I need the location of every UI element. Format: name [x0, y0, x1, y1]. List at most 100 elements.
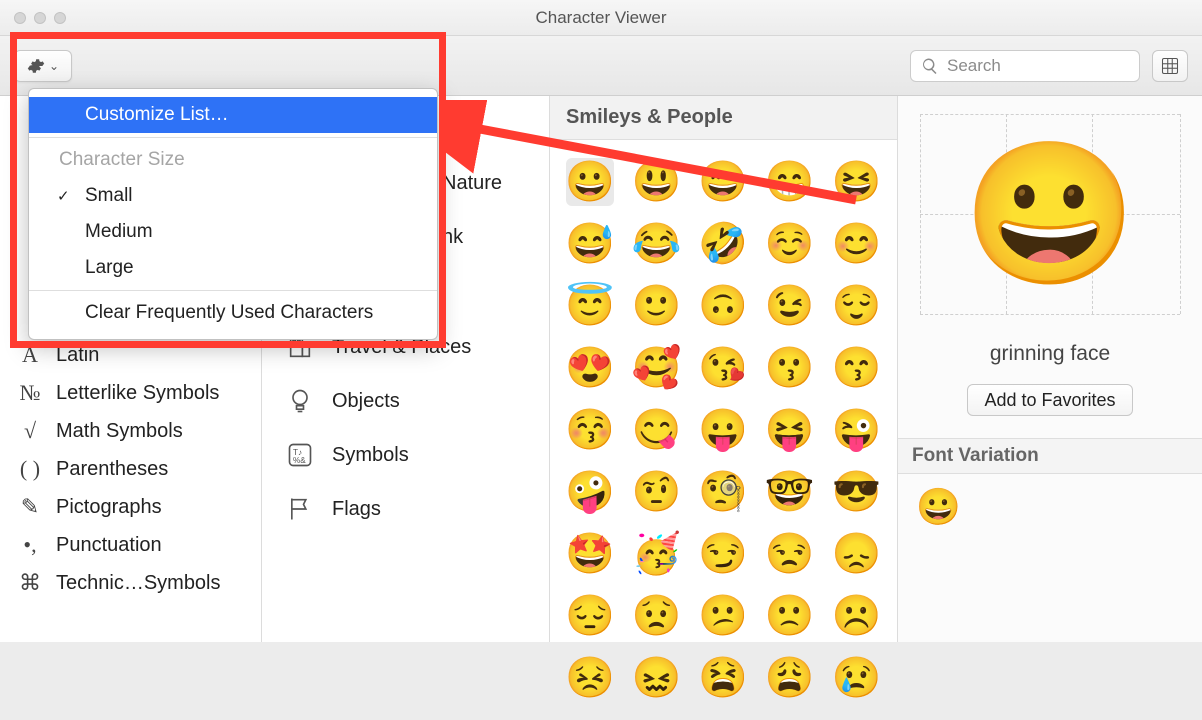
font-variation-row: 😀 [898, 474, 1202, 540]
window-title: Character Viewer [0, 8, 1202, 28]
emoji-cell[interactable]: 😣 [566, 654, 614, 702]
menu-heading-label: Character Size [59, 149, 185, 171]
preview-emoji: 😀 [963, 144, 1137, 284]
menu-clear-frequent[interactable]: Clear Frequently Used Characters [29, 295, 437, 331]
sidebar-item-label: Technic…Symbols [56, 572, 221, 595]
menu-item-label: Large [85, 257, 134, 279]
emoji-cell[interactable]: 🙂 [633, 282, 681, 330]
emoji-cell[interactable]: 🙃 [699, 282, 747, 330]
menu-customize-list[interactable]: Customize List… [29, 97, 437, 133]
emoji-grid: 😀 😃 😄 😁 😆 😅 😂 🤣 ☺️ 😊 😇 🙂 🙃 😉 😌 😍 🥰 😘 😗 😙 😚 😋 😛 😝 😜 🤪 🤨 🧐 🤓 😎 🤩 🥳 😏 😒 😞 😔 😟 😕 🙁… [550, 140, 897, 720]
emoji-cell[interactable]: 😏 [699, 530, 747, 578]
emoji-cell[interactable]: ☹️ [832, 592, 880, 640]
symbols-icon: T♪%& [286, 441, 314, 469]
emoji-cell[interactable]: 🤨 [633, 468, 681, 516]
command-icon: ⌘ [18, 570, 42, 596]
menu-item-label: Small [85, 185, 133, 207]
emoji-cell[interactable]: 😁 [766, 158, 814, 206]
emoji-cell[interactable]: 😖 [633, 654, 681, 702]
add-to-favorites-button[interactable]: Add to Favorites [967, 384, 1132, 416]
grid-icon [1161, 57, 1179, 75]
menu-size-small[interactable]: ✓ Small [29, 178, 437, 214]
parens-icon: ( ) [18, 456, 42, 482]
emoji-cell[interactable]: 😋 [633, 406, 681, 454]
emoji-cell[interactable]: 😂 [633, 220, 681, 268]
font-variation-title: Font Variation [898, 438, 1202, 474]
sidebar-item-label: Parentheses [56, 458, 168, 481]
emoji-cell[interactable]: 🤓 [766, 468, 814, 516]
sidebar-item-latin[interactable]: A Latin [0, 336, 261, 374]
emoji-cell[interactable]: 😘 [699, 344, 747, 392]
emoji-cell[interactable]: 😝 [766, 406, 814, 454]
emoji-cell[interactable]: 😜 [832, 406, 880, 454]
search-input[interactable]: Search [910, 50, 1140, 82]
numero-icon: № [18, 380, 42, 406]
flag-icon [286, 495, 314, 523]
menu-item-label: Clear Frequently Used Characters [85, 302, 373, 324]
grid-toggle-button[interactable] [1152, 50, 1188, 82]
preview: 😀 grinning face Add to Favorites Font Va… [898, 96, 1202, 540]
emoji-cell[interactable]: 😩 [766, 654, 814, 702]
toolbar: ⌄ Search [0, 36, 1202, 96]
emoji-cell[interactable]: 🧐 [699, 468, 747, 516]
sidebar-item-math[interactable]: √ Math Symbols [0, 412, 261, 450]
sidebar-item-label: Latin [56, 344, 99, 367]
sidebar-item-technical[interactable]: ⌘ Technic…Symbols [0, 564, 261, 602]
emoji-cell[interactable]: 😉 [766, 282, 814, 330]
sidebar-item-pictographs[interactable]: ✎ Pictographs [0, 488, 261, 526]
chevron-down-icon: ⌄ [49, 59, 59, 73]
emoji-cell[interactable]: 😇 [566, 282, 614, 330]
emoji-cell[interactable]: 😆 [832, 158, 880, 206]
emoji-cell[interactable]: 😄 [699, 158, 747, 206]
menu-size-medium[interactable]: Medium [29, 214, 437, 250]
emoji-cell[interactable]: 😎 [832, 468, 880, 516]
emoji-cell[interactable]: 😫 [699, 654, 747, 702]
letter-a-icon: A [18, 342, 42, 368]
sidebar-item-parentheses[interactable]: ( ) Parentheses [0, 450, 261, 488]
menu-size-large[interactable]: Large [29, 250, 437, 286]
section-title: Smileys & People [566, 106, 733, 129]
category-item-objects[interactable]: Objects [262, 374, 549, 428]
emoji-cell[interactable]: 🙁 [766, 592, 814, 640]
category-label: Symbols [332, 444, 409, 467]
emoji-cell[interactable]: 😞 [832, 530, 880, 578]
sidebar-item-letterlike[interactable]: № Letterlike Symbols [0, 374, 261, 412]
category-item-flags[interactable]: Flags [262, 482, 549, 536]
settings-menu-button[interactable]: ⌄ [14, 50, 72, 82]
emoji-cell[interactable]: 😚 [566, 406, 614, 454]
emoji-cell[interactable]: 😙 [832, 344, 880, 392]
emoji-cell[interactable]: 😊 [832, 220, 880, 268]
font-variation-emoji[interactable]: 😀 [916, 486, 961, 527]
emoji-cell[interactable]: 😃 [633, 158, 681, 206]
emoji-cell[interactable]: 😗 [766, 344, 814, 392]
emoji-cell[interactable]: 😌 [832, 282, 880, 330]
titlebar: Character Viewer [0, 0, 1202, 36]
sidebar-item-label: Math Symbols [56, 420, 183, 443]
emoji-cell[interactable]: 🤩 [566, 530, 614, 578]
search-placeholder: Search [947, 56, 1001, 76]
category-label: Nature [442, 172, 502, 195]
emoji-cell[interactable]: 😢 [832, 654, 880, 702]
gear-icon [27, 57, 45, 75]
emoji-cell[interactable]: 😛 [699, 406, 747, 454]
emoji-cell[interactable]: 😀 [566, 158, 614, 206]
emoji-cell[interactable]: 🥰 [633, 344, 681, 392]
category-label: nk [442, 226, 463, 249]
preview-column: 😀 grinning face Add to Favorites Font Va… [898, 96, 1202, 642]
emoji-cell[interactable]: 😅 [566, 220, 614, 268]
emoji-cell[interactable]: 😕 [699, 592, 747, 640]
emoji-cell[interactable]: 😟 [633, 592, 681, 640]
emoji-cell[interactable]: 😍 [566, 344, 614, 392]
emoji-cell[interactable]: 🥳 [633, 530, 681, 578]
emoji-cell[interactable]: 😔 [566, 592, 614, 640]
emoji-cell[interactable]: 🤪 [566, 468, 614, 516]
svg-text:%&: %& [293, 456, 306, 465]
menu-item-label: Medium [85, 221, 153, 243]
emoji-cell[interactable]: ☺️ [766, 220, 814, 268]
sidebar-item-label: Pictographs [56, 496, 162, 519]
emoji-cell[interactable]: 😒 [766, 530, 814, 578]
emoji-cell[interactable]: 🤣 [699, 220, 747, 268]
sidebar-item-punctuation[interactable]: •, Punctuation [0, 526, 261, 564]
lightbulb-icon [286, 387, 314, 415]
category-item-symbols[interactable]: T♪%& Symbols [262, 428, 549, 482]
